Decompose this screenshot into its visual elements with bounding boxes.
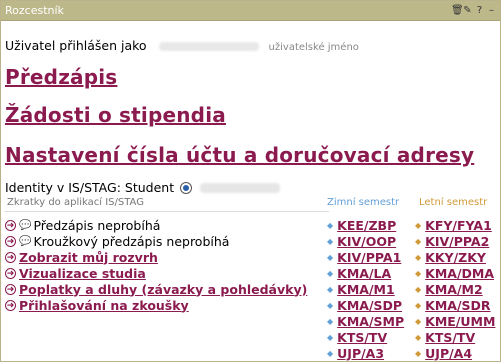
list-item: ◆ KMA/DMA	[415, 265, 495, 281]
course-link[interactable]: KTS/TV	[337, 330, 387, 345]
info-bubble-icon: 💬	[19, 219, 32, 231]
list-item: ◆ KMA/SMP	[327, 313, 404, 329]
list-item: ◆ KME/UMM	[415, 313, 495, 329]
logged-in-label: Uživatel přihlášen jako	[5, 38, 147, 53]
course-link[interactable]: KMA/M1	[337, 282, 395, 297]
list-item: ◆ KMA/M2	[415, 281, 495, 297]
list-item: ◆ UJP/A4	[415, 345, 495, 361]
list-item: ◆ KEE/ZBP	[327, 217, 404, 233]
diamond-icon: ◆	[327, 332, 334, 342]
list-item: ◆ KIV/PPA2	[415, 233, 495, 249]
minimize-icon[interactable]: –	[487, 5, 496, 16]
arrow-right-icon: ➜	[5, 219, 16, 231]
course-link[interactable]: KMA/M2	[425, 282, 483, 297]
arrow-right-icon: ➜	[5, 267, 16, 279]
identity-label: Identity v IS/STAG: Student	[5, 180, 175, 195]
rozcestnik-panel: Rozcestník 🗑 ✎ ? – Uživatel přihlášen ja…	[0, 0, 501, 362]
user-line: Uživatel přihlášen jako uživatelské jmén…	[5, 38, 359, 53]
winter-courses-list: ◆ KEE/ZBP ◆ KIV/OOP ◆ KIV/PPA1 ◆ KMA/LA ◆ KMA…	[327, 217, 404, 361]
link-prihlasovani[interactable]: Přihlašování na zkoušky	[19, 298, 189, 313]
diamond-icon: ◆	[415, 284, 422, 294]
list-item[interactable]: ➜ Vizualizace studia	[5, 265, 307, 281]
list-item[interactable]: ➜ Poplatky a dluhy (závazky a pohledávky…	[5, 281, 307, 297]
course-link[interactable]: KIV/PPA1	[337, 250, 401, 265]
course-link[interactable]: UJP/A3	[337, 346, 384, 361]
course-link[interactable]: KTS/TV	[425, 330, 475, 345]
course-link[interactable]: KMA/LA	[337, 266, 391, 281]
diamond-icon: ◆	[415, 220, 422, 230]
diamond-icon: ◆	[415, 300, 422, 310]
link-poplatky[interactable]: Poplatky a dluhy (závazky a pohledávky)	[19, 282, 307, 297]
course-link[interactable]: UJP/A4	[425, 346, 472, 361]
diamond-icon: ◆	[327, 268, 334, 278]
arrow-right-icon: ➜	[5, 235, 16, 247]
arrow-right-icon: ➜	[5, 283, 16, 295]
divider	[5, 211, 329, 212]
list-item[interactable]: ➜ Přihlašování na zkoušky	[5, 297, 307, 313]
course-link[interactable]: KIV/PPA2	[425, 234, 489, 249]
diamond-icon: ◆	[415, 316, 422, 326]
shortcuts-header: Zkratky do aplikací IS/STAG	[7, 197, 144, 208]
summer-semester-label: Letní semestr	[419, 197, 488, 208]
diamond-icon: ◆	[415, 268, 422, 278]
list-item: ◆ KIV/PPA1	[327, 249, 404, 265]
course-link[interactable]: KME/UMM	[425, 314, 495, 329]
edit-icon[interactable]: ✎	[463, 5, 472, 16]
info-bubble-icon: 💬	[19, 235, 32, 247]
link-zadosti-o-stipendia[interactable]: Žádosti o stipendia	[5, 103, 226, 127]
help-icon[interactable]: ?	[475, 5, 484, 16]
diamond-icon: ◆	[327, 348, 334, 358]
course-link[interactable]: KIV/OOP	[337, 234, 396, 249]
diamond-icon: ◆	[327, 236, 334, 246]
summer-courses-list: ◆ KFY/FYA1 ◆ KIV/PPA2 ◆ KKY/ZKY ◆ KMA/DMA ◆ K…	[415, 217, 495, 361]
course-link[interactable]: KEE/ZBP	[337, 218, 396, 233]
list-item: ➜ 💬 Kroužkový předzápis neprobíhá	[5, 233, 230, 249]
list-item: ◆ KMA/M1	[327, 281, 404, 297]
delete-icon[interactable]: 🗑	[451, 5, 464, 16]
course-link[interactable]: KMA/SDR	[425, 298, 490, 313]
diamond-icon: ◆	[415, 348, 422, 358]
panel-title: Rozcestník	[5, 4, 64, 17]
app-shortcuts-list: ➜ 💬 Předzápis neprobíhá ➜ 💬 Kroužkový př…	[5, 217, 307, 313]
identity-radio[interactable]	[180, 181, 193, 194]
redacted-user	[158, 42, 259, 51]
panel-titlebar: Rozcestník 🗑 ✎ ? –	[1, 1, 500, 21]
course-link[interactable]: KMA/SMP	[337, 314, 404, 329]
list-item: ◆ KFY/FYA1	[415, 217, 495, 233]
link-nastaveni-uctu[interactable]: Nastavení čísla účtu a doručovací adresy	[5, 143, 474, 167]
list-item: ◆ KMA/SDP	[327, 297, 404, 313]
list-item: ◆ KTS/TV	[415, 329, 495, 345]
list-item: ◆ KMA/LA	[327, 265, 404, 281]
list-item: ◆ KIV/OOP	[327, 233, 404, 249]
diamond-icon: ◆	[415, 332, 422, 342]
list-item: ◆ KKY/ZKY	[415, 249, 495, 265]
link-predzapis[interactable]: Předzápis	[5, 65, 117, 89]
list-item[interactable]: ➜ Zobrazit můj rozvrh	[5, 249, 307, 265]
diamond-icon: ◆	[415, 252, 422, 262]
winter-semester-label: Zimní semestr	[327, 197, 400, 208]
arrow-right-icon: ➜	[5, 299, 16, 311]
list-item: ◆ KMA/SDR	[415, 297, 495, 313]
diamond-icon: ◆	[327, 252, 334, 262]
course-link[interactable]: KMA/SDP	[337, 298, 402, 313]
course-link[interactable]: KKY/ZKY	[425, 250, 486, 265]
diamond-icon: ◆	[327, 300, 334, 310]
list-item: ➜ 💬 Předzápis neprobíhá	[5, 217, 161, 233]
redacted-identity	[200, 182, 281, 193]
arrow-right-icon: ➜	[5, 251, 16, 263]
course-link[interactable]: KFY/FYA1	[425, 218, 492, 233]
link-vizualizace[interactable]: Vizualizace studia	[19, 266, 146, 281]
link-rozvrh[interactable]: Zobrazit můj rozvrh	[19, 250, 158, 265]
username-hint: uživatelské jméno	[268, 42, 359, 53]
diamond-icon: ◆	[327, 220, 334, 230]
course-link[interactable]: KMA/DMA	[425, 266, 494, 281]
identity-line: Identity v IS/STAG: Student	[5, 180, 281, 195]
diamond-icon: ◆	[415, 236, 422, 246]
list-item: ◆ UJP/A3	[327, 345, 404, 361]
diamond-icon: ◆	[327, 316, 334, 326]
panel-tools: 🗑 ✎ ? –	[451, 5, 496, 16]
diamond-icon: ◆	[327, 284, 334, 294]
list-item: ◆ KTS/TV	[327, 329, 404, 345]
